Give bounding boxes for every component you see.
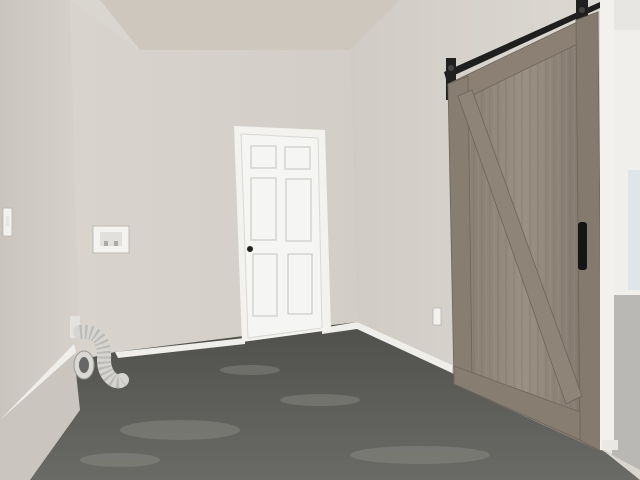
- room-illustration: [0, 0, 640, 480]
- wall-outlet: [432, 307, 442, 326]
- door-knob: [247, 246, 253, 252]
- ceiling: [100, 0, 400, 50]
- room-photo: [0, 0, 640, 480]
- barn-door-handle: [578, 222, 587, 270]
- barn-door: [447, 11, 603, 453]
